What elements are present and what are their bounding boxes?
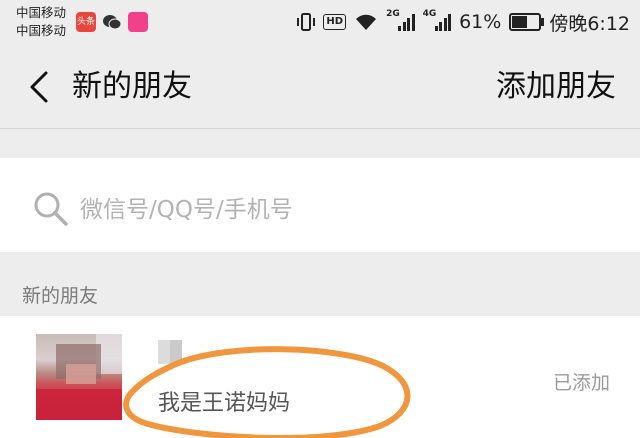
network-type-1: 2G bbox=[386, 9, 400, 19]
wifi-icon bbox=[356, 14, 377, 30]
search-icon bbox=[34, 192, 68, 226]
friend-status-label: 已添加 bbox=[552, 372, 610, 394]
hd-voice-badge: HD bbox=[323, 14, 347, 30]
signal-4g-icon: 4G bbox=[423, 9, 452, 31]
page-title: 新的朋友 bbox=[72, 69, 192, 104]
wechat-icon bbox=[103, 15, 122, 30]
toutiao-app-icon: 头条 bbox=[76, 12, 96, 32]
nav-bar: 新的朋友 添加朋友 bbox=[0, 46, 640, 129]
status-bar: 中国移动 中国移动 头条 HD 2G 4G 61% 傍晚6:12 bbox=[0, 0, 640, 46]
friend-name-mosaic bbox=[158, 340, 182, 364]
back-arrow-icon[interactable] bbox=[26, 70, 60, 104]
battery-icon bbox=[509, 13, 545, 31]
signal-2g-icon: 2G bbox=[386, 9, 415, 31]
add-friend-button[interactable]: 添加朋友 bbox=[496, 66, 616, 108]
clock: 傍晚6:12 bbox=[549, 12, 630, 35]
search-input[interactable] bbox=[78, 183, 602, 237]
carrier-label-2: 中国移动 bbox=[16, 23, 67, 38]
friend-request-message: 我是王诺妈妈 bbox=[158, 391, 291, 416]
status-indicators: HD 2G 4G 61% 傍晚6:12 bbox=[297, 8, 630, 36]
network-type-2: 4G bbox=[422, 9, 437, 19]
section-header: 新的朋友 bbox=[22, 285, 99, 307]
vibrate-icon bbox=[297, 13, 316, 31]
carrier-info: 中国移动 中国移动 bbox=[16, 4, 66, 40]
battery-percent: 61% bbox=[459, 11, 502, 33]
carrier-label-1: 中国移动 bbox=[16, 5, 67, 20]
avatar[interactable] bbox=[36, 334, 122, 420]
notification-app-icon bbox=[128, 12, 148, 32]
